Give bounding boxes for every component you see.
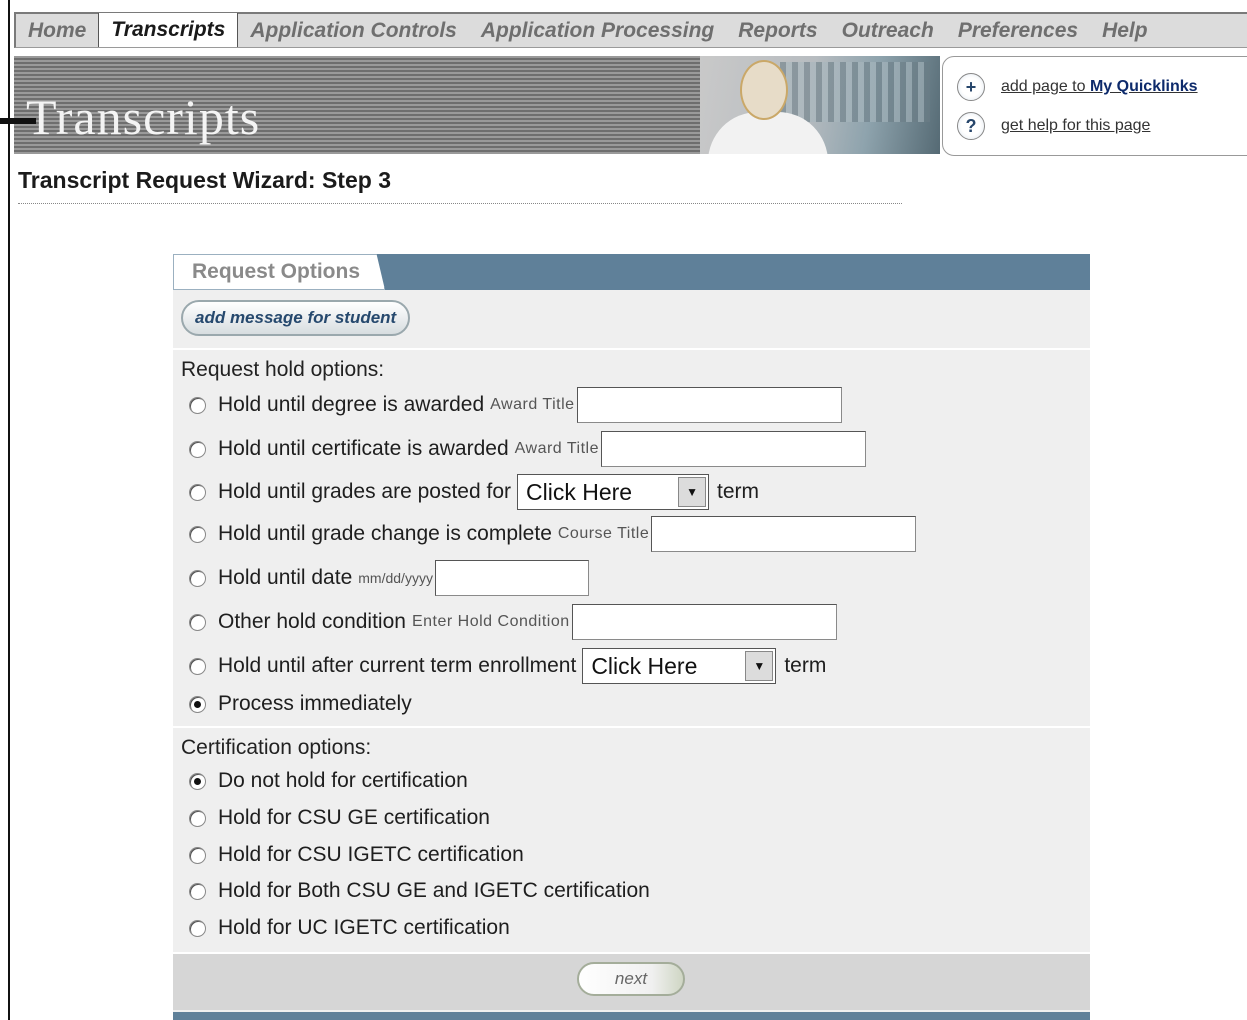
radio-hold-grades[interactable] xyxy=(189,483,206,501)
hold-option-other-label: Other hold condition xyxy=(218,610,406,633)
quicklinks-box: + add page to My Quicklinks ? get help f… xyxy=(942,56,1247,156)
hold-date-input[interactable] xyxy=(434,560,589,596)
message-button-row: add message for student xyxy=(173,292,1090,350)
tab-request-options: Request Options xyxy=(173,254,385,290)
radio-hold-certificate[interactable] xyxy=(189,440,206,458)
hold-option-certificate-label: Hold until certificate is awarded xyxy=(218,437,509,460)
cert-option-csu-igetc: Hold for CSU IGETC certification xyxy=(189,843,524,867)
hold-option-immediate-label: Process immediately xyxy=(218,692,412,715)
cert-option-csu-ge: Hold for CSU GE certification xyxy=(189,806,490,830)
course-title-label: Course Title xyxy=(557,525,650,542)
hold-option-degree: Hold until degree is awarded Award Title xyxy=(189,387,842,423)
banner-photo xyxy=(700,56,940,154)
hold-option-immediate: Process immediately xyxy=(189,692,412,716)
cert-option-uc-igetc-label: Hold for UC IGETC certification xyxy=(218,916,510,939)
my-quicklinks-label: My Quicklinks xyxy=(1089,78,1198,95)
degree-award-title-input[interactable] xyxy=(576,387,842,423)
banner-title: Transcripts xyxy=(26,89,261,145)
plus-icon: + xyxy=(957,73,985,101)
next-button[interactable]: next xyxy=(577,962,685,996)
radio-hold-other[interactable] xyxy=(189,613,206,631)
radio-cert-csu-igetc[interactable] xyxy=(189,846,206,864)
panel-footer: next xyxy=(173,952,1090,1010)
cert-option-both: Hold for Both CSU GE and IGETC certifica… xyxy=(189,879,650,903)
date-format-label: mm/dd/yyyy xyxy=(358,570,433,586)
hold-option-other: Other hold condition Enter Hold Conditio… xyxy=(189,604,837,640)
hold-option-grades: Hold until grades are posted for Click H… xyxy=(189,474,759,510)
hold-option-grade-change-label: Hold until grade change is complete xyxy=(218,522,552,545)
radio-hold-grade-change[interactable] xyxy=(189,525,206,543)
course-title-input[interactable] xyxy=(651,516,917,552)
tab-request-options-label: Request Options xyxy=(192,260,361,283)
radio-hold-degree[interactable] xyxy=(189,396,206,414)
add-quicklink-text: add page to My Quicklinks xyxy=(1001,78,1198,96)
award-title-label: Award Title xyxy=(490,396,575,413)
radio-cert-none[interactable] xyxy=(189,772,206,790)
section-banner: Transcripts xyxy=(14,56,940,154)
grades-term-suffix: term xyxy=(717,480,760,503)
panel-bottom-bar xyxy=(173,1012,1090,1020)
grades-term-select-value: Click Here xyxy=(526,478,633,505)
radio-hold-date[interactable] xyxy=(189,569,206,587)
page-help-link[interactable]: ? get help for this page xyxy=(957,112,1150,140)
nav-reports[interactable]: Reports xyxy=(726,14,829,47)
cert-option-csu-igetc-label: Hold for CSU IGETC certification xyxy=(218,843,524,866)
radio-hold-enrollment[interactable] xyxy=(189,657,206,675)
section-divider xyxy=(173,726,1090,728)
banner-left-marker xyxy=(0,118,36,124)
chevron-down-icon: ▼ xyxy=(678,477,707,507)
cert-option-csu-ge-label: Hold for CSU GE certification xyxy=(218,806,490,829)
hold-option-certificate: Hold until certificate is awarded Award … xyxy=(189,431,866,467)
cert-option-none: Do not hold for certification xyxy=(189,769,468,793)
hold-option-grade-change: Hold until grade change is complete Cour… xyxy=(189,516,917,552)
add-message-button[interactable]: add message for student xyxy=(181,300,411,336)
radio-cert-uc-igetc[interactable] xyxy=(189,919,206,937)
panel-header: Request Options xyxy=(173,254,1090,290)
nav-outreach[interactable]: Outreach xyxy=(830,14,946,47)
hold-options-label: Request hold options: xyxy=(181,358,385,381)
certification-options-label: Certification options: xyxy=(181,736,372,759)
page-title: Transcript Request Wizard: Step 3 xyxy=(18,167,391,193)
certificate-award-title-label: Award Title xyxy=(514,440,599,457)
nav-transcripts[interactable]: Transcripts xyxy=(98,13,239,47)
title-divider xyxy=(18,203,902,204)
hold-option-enrollment-label: Hold until after current term enrollment xyxy=(218,654,577,677)
help-icon: ? xyxy=(957,112,985,140)
hold-condition-label: Enter Hold Condition xyxy=(411,613,570,630)
page-left-border xyxy=(8,0,10,1020)
add-quicklink-prefix: add page to xyxy=(1001,78,1090,95)
banner-photo-person-head xyxy=(740,60,788,120)
cert-option-none-label: Do not hold for certification xyxy=(218,769,468,792)
enrollment-term-select-value: Click Here xyxy=(591,652,698,679)
nav-application-processing[interactable]: Application Processing xyxy=(469,14,726,47)
page-help-text: get help for this page xyxy=(1001,117,1151,134)
cert-option-both-label: Hold for Both CSU GE and IGETC certifica… xyxy=(218,879,650,902)
add-quicklink-link[interactable]: + add page to My Quicklinks xyxy=(957,73,1198,101)
nav-home[interactable]: Home xyxy=(16,14,98,47)
enrollment-term-select[interactable]: Click Here ▼ xyxy=(582,648,777,684)
banner-photo-bookshelf xyxy=(780,62,930,122)
chevron-down-icon: ▼ xyxy=(745,651,774,681)
radio-cert-csu-ge[interactable] xyxy=(189,809,206,827)
hold-option-grades-label: Hold until grades are posted for xyxy=(218,480,512,503)
hold-option-enrollment: Hold until after current term enrollment… xyxy=(189,648,826,684)
request-options-panel: Request Options add message for student … xyxy=(173,254,1090,1020)
certificate-award-title-input[interactable] xyxy=(601,431,866,467)
radio-cert-both[interactable] xyxy=(189,882,206,900)
top-nav: Home Transcripts Application Controls Ap… xyxy=(14,12,1247,48)
grades-term-select[interactable]: Click Here ▼ xyxy=(517,474,710,510)
nav-help[interactable]: Help xyxy=(1090,14,1160,47)
hold-option-date: Hold until date mm/dd/yyyy xyxy=(189,560,589,596)
enrollment-term-suffix: term xyxy=(784,654,827,677)
nav-application-controls[interactable]: Application Controls xyxy=(238,14,469,47)
radio-process-immediately[interactable] xyxy=(189,695,206,713)
nav-preferences[interactable]: Preferences xyxy=(946,14,1090,47)
cert-option-uc-igetc: Hold for UC IGETC certification xyxy=(189,916,510,940)
hold-option-date-label: Hold until date xyxy=(218,566,353,589)
hold-option-degree-label: Hold until degree is awarded xyxy=(218,393,485,416)
hold-condition-input[interactable] xyxy=(571,604,837,640)
